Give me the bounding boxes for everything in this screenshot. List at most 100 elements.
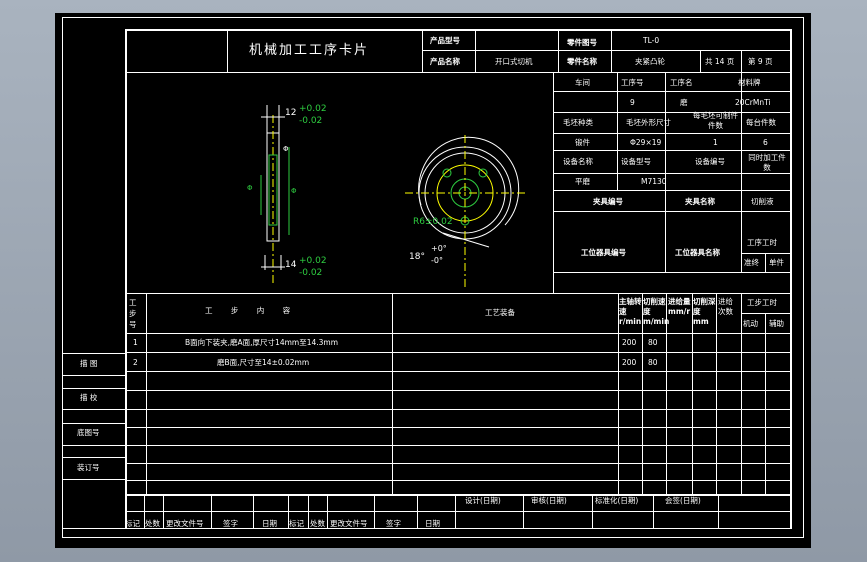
total-pages: 共 14 页: [705, 57, 735, 66]
vline: [374, 494, 375, 528]
footer-signature-2: 签字: [386, 519, 401, 528]
blank-type-label: 毛坯种类: [563, 118, 593, 127]
svg-text:14: 14: [285, 260, 297, 270]
product-code-label: 产品型号: [430, 36, 460, 45]
part-code-label: 零件图号: [567, 38, 597, 47]
svg-text:12: 12: [285, 108, 296, 118]
blank-size: Φ29×19: [630, 138, 662, 147]
footer-sign: 会签(日期): [665, 496, 701, 505]
op-no: 9: [630, 98, 635, 107]
hline: [62, 445, 125, 446]
svg-text:18°: 18°: [409, 252, 425, 262]
tolerance-top: 12 +0.02 -0.02: [285, 104, 327, 126]
vline: [741, 293, 742, 494]
hline: [62, 388, 125, 389]
side-binding-no: 装订号: [77, 463, 100, 472]
op-no-label: 工序号: [621, 78, 644, 87]
svg-text:Φ: Φ: [247, 184, 253, 192]
footer-mark-2: 标记: [289, 519, 304, 528]
coolant-label: 切削液: [751, 197, 774, 206]
station-tool-name-label: 工位器具名称: [675, 248, 720, 257]
step-2-speed: 80: [648, 358, 658, 367]
footer-mark-1: 标记: [125, 519, 140, 528]
card-left: [125, 29, 127, 529]
vline: [417, 494, 418, 528]
col-motor: 机动: [743, 319, 758, 328]
equip-name: 平磨: [575, 177, 590, 186]
vline: [211, 494, 212, 528]
vline: [227, 30, 228, 72]
col-passes: 进给次数: [718, 297, 733, 316]
svg-text:+0°: +0°: [431, 244, 447, 253]
hline: [62, 423, 125, 424]
vline: [741, 50, 742, 72]
vline: [665, 73, 666, 190]
info-left: [553, 73, 554, 293]
side-view: [260, 105, 290, 285]
product-name: 开口式切机: [495, 57, 533, 66]
footer-signature-1: 签字: [223, 519, 238, 528]
vline: [653, 494, 654, 528]
col-depth: 切削深度 mm: [693, 297, 716, 326]
hline: [62, 375, 125, 376]
header-bottom: [125, 72, 792, 73]
parts-per-unit-label: 每台件数: [746, 118, 776, 127]
parts-per-unit: 6: [763, 138, 768, 147]
vline: [592, 494, 593, 528]
part-code: TL-0: [643, 36, 660, 45]
simul-parts-label: 同时加工件数: [748, 153, 786, 172]
frame-top: [62, 17, 804, 18]
fixture-name-label: 夹具名称: [685, 197, 715, 206]
card-title: 机械加工工序卡片: [249, 43, 370, 58]
svg-text:Φ: Φ: [291, 187, 297, 195]
vline: [422, 30, 423, 72]
hline: [62, 457, 125, 458]
material-label: 材料牌: [738, 78, 761, 87]
header-mid: [422, 50, 792, 51]
hline: [62, 479, 125, 480]
col-hours: 工步工时: [747, 298, 777, 307]
vline: [700, 50, 701, 72]
footer-review: 审核(日期): [531, 496, 567, 505]
hline: [741, 253, 792, 254]
footer-date-1: 日期: [262, 519, 277, 528]
drawing-canvas[interactable]: 机械加工工序卡片 产品型号 零件图号 TL-0 产品名称 开口式切机 零件名称 …: [55, 13, 811, 548]
col-feed: 进给量 mm/r: [668, 297, 691, 316]
equip-no-label: 设备编号: [695, 157, 725, 166]
material: 20CrMnTi: [735, 98, 771, 107]
svg-text:+0.02: +0.02: [299, 256, 327, 266]
cad-viewport[interactable]: 机械加工工序卡片 产品型号 零件图号 TL-0 产品名称 开口式切机 零件名称 …: [0, 0, 867, 562]
svg-text:-0.02: -0.02: [299, 268, 322, 278]
product-name-label: 产品名称: [430, 57, 460, 66]
frame-right: [803, 17, 804, 538]
step-2-no: 2: [133, 358, 138, 367]
hline: [62, 409, 125, 410]
part-drawing: Φ Φ Φ 12 +0.02 -0.02 14 +0.02 -0.02 R6±0…: [247, 104, 525, 290]
footer-standard: 标准化(日期): [595, 496, 639, 505]
vline: [718, 494, 719, 528]
fixture-no-label: 夹具编号: [593, 197, 623, 206]
footer-doc-no-2: 更改文件号: [330, 519, 368, 528]
vline: [455, 494, 456, 528]
svg-text:Φ: Φ: [283, 145, 289, 153]
workshop-label: 车间: [575, 78, 590, 87]
hline: [62, 353, 125, 354]
col-aux: 辅助: [769, 319, 784, 328]
vline: [617, 73, 618, 190]
svg-text:+0.02: +0.02: [299, 104, 327, 114]
col-content: 工 步 内 容: [205, 306, 299, 315]
vline: [558, 30, 559, 72]
side-checked: 描 校: [80, 393, 98, 402]
vline: [665, 190, 666, 272]
card-top: [125, 29, 792, 31]
svg-text:-0°: -0°: [431, 256, 443, 265]
step-1-speed: 80: [648, 338, 658, 347]
equip-model: M7130: [641, 177, 667, 186]
blank-parts: 1: [713, 138, 718, 147]
blank-parts-label: 每毛坯可制件件数: [693, 111, 738, 130]
col-step-no: 工步号: [129, 298, 137, 329]
hline: [553, 190, 792, 191]
footer-doc-no-1: 更改文件号: [166, 519, 204, 528]
station-tool-no-label: 工位器具编号: [581, 248, 626, 257]
frame-bottom: [62, 537, 804, 538]
